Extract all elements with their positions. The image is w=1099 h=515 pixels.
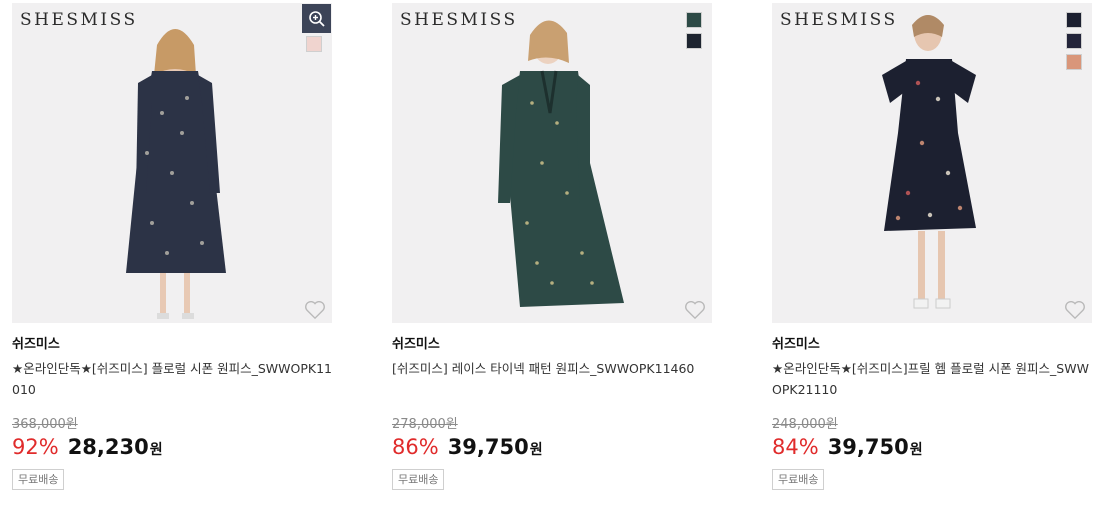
color-swatch[interactable] xyxy=(306,36,322,52)
price-row: 84% 39,750 원 xyxy=(772,435,923,465)
product-title[interactable]: ★온라인단독★[쉬즈미스]프릴 헴 플로럴 시폰 원피스_SWWOPK21110 xyxy=(772,358,1094,400)
brand-name: 쉬즈미스 xyxy=(12,337,60,352)
sale-price: 39,750 xyxy=(447,435,529,459)
brand-name: 쉬즈미스 xyxy=(392,337,440,352)
product-card[interactable]: SHESMISS 쉬즈미스 ★온라인단독★[쉬즈미스] 플로럴 시폰 원피스_S… xyxy=(12,3,332,490)
sale-price: 28,230 xyxy=(67,435,149,459)
product-image[interactable]: SHESMISS xyxy=(392,3,712,323)
original-price: 368,000원 xyxy=(12,417,78,432)
product-image[interactable]: SHESMISS xyxy=(772,3,1092,323)
color-swatch[interactable] xyxy=(1066,12,1082,28)
brand-logo: SHESMISS xyxy=(20,10,138,30)
product-title[interactable]: [쉬즈미스] 레이스 타이넥 패턴 원피스_SWWOPK11460 xyxy=(392,358,714,379)
free-shipping-badge: 무료배송 xyxy=(392,469,445,490)
product-card[interactable]: SHESMISS 쉬즈미스 ★온라인단독★[쉬즈미스]프릴 헴 플로럴 시폰 원… xyxy=(772,3,1092,490)
zoom-button[interactable] xyxy=(302,4,331,33)
discount-rate: 86% xyxy=(392,435,439,459)
brand-logo: SHESMISS xyxy=(400,10,518,30)
color-swatch[interactable] xyxy=(686,33,702,49)
free-shipping-badge: 무료배송 xyxy=(12,469,65,490)
sale-price: 39,750 xyxy=(827,435,909,459)
currency-unit: 원 xyxy=(529,442,543,458)
currency-unit: 원 xyxy=(909,442,923,458)
discount-rate: 92% xyxy=(12,435,59,459)
discount-rate: 84% xyxy=(772,435,819,459)
brand-name: 쉬즈미스 xyxy=(772,337,820,352)
product-title[interactable]: ★온라인단독★[쉬즈미스] 플로럴 시폰 원피스_SWWOPK11010 xyxy=(12,358,334,400)
product-card[interactable]: SHESMISS 쉬즈미스 [쉬즈미스] 레이스 타이넥 패턴 원피스_SWWO… xyxy=(392,3,712,490)
original-price: 278,000원 xyxy=(392,417,458,432)
model-photo xyxy=(126,29,226,319)
heart-icon[interactable] xyxy=(304,300,326,320)
color-swatch[interactable] xyxy=(686,12,702,28)
price-row: 86% 39,750 원 xyxy=(392,435,543,465)
currency-unit: 원 xyxy=(149,442,163,458)
heart-icon[interactable] xyxy=(684,300,706,320)
color-swatch[interactable] xyxy=(1066,33,1082,49)
price-row: 92% 28,230 원 xyxy=(12,435,163,465)
model-photo xyxy=(498,20,624,307)
product-image[interactable]: SHESMISS xyxy=(12,3,332,323)
color-swatch[interactable] xyxy=(1066,54,1082,70)
heart-icon[interactable] xyxy=(1064,300,1086,320)
original-price: 248,000원 xyxy=(772,417,838,432)
zoom-in-icon xyxy=(308,10,325,27)
free-shipping-badge: 무료배송 xyxy=(772,469,825,490)
brand-logo: SHESMISS xyxy=(780,10,898,30)
model-photo xyxy=(882,15,976,309)
